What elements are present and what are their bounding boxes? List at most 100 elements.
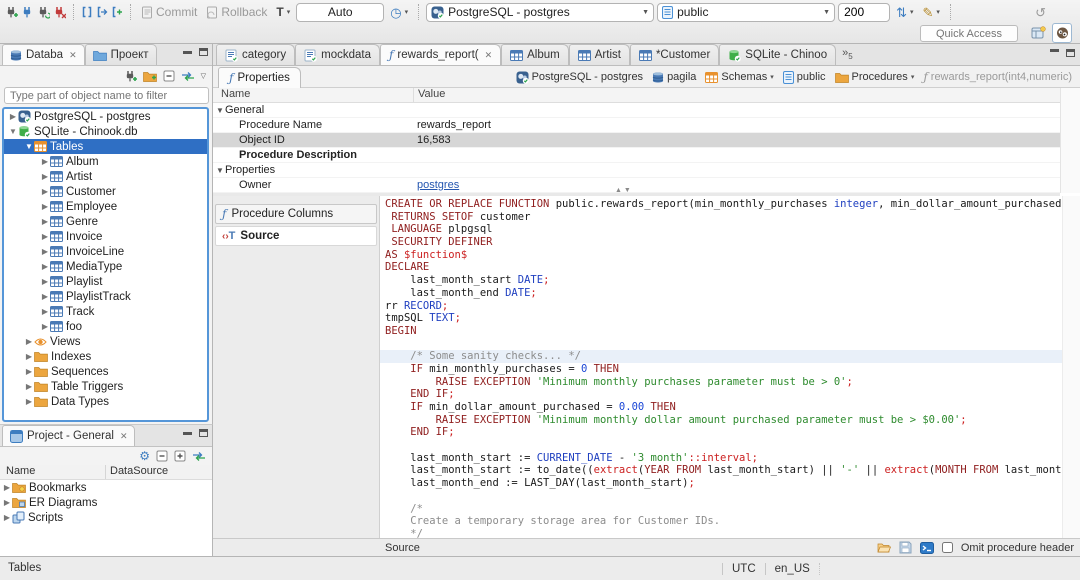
source-code-editor[interactable]: CREATE OR REPLACE FUNCTION public.reward… [380, 196, 1062, 538]
fetch-size-input[interactable] [838, 2, 891, 22]
quick-access-input[interactable] [920, 25, 1018, 42]
transaction-log-button[interactable]: ◷ ▾ [387, 5, 411, 20]
chevron-collapsed-icon[interactable]: ▶ [40, 277, 50, 286]
chevron-collapsed-icon[interactable]: ▶ [24, 367, 34, 376]
chevron-collapsed-icon[interactable]: ▶ [40, 262, 50, 271]
project-item-er-diagrams[interactable]: ▶ ER Diagrams [0, 495, 212, 510]
collapse-all-icon[interactable] [163, 70, 175, 82]
open-sql-script-icon[interactable] [111, 6, 123, 18]
editor-tab-customer[interactable]: *Customer [629, 44, 720, 65]
tree-item-employee[interactable]: ▶ Employee [4, 199, 207, 214]
tree-item-mediatype[interactable]: ▶ MediaType [4, 259, 207, 274]
locale-indicator[interactable]: en_US [764, 562, 820, 575]
console-icon[interactable] [919, 541, 934, 554]
property-value-link[interactable]: postgres [417, 179, 459, 191]
recent-sql-editor-icon[interactable] [96, 6, 108, 18]
project-item-scripts[interactable]: ▶ Scripts [0, 510, 212, 525]
collapse-all-icon[interactable] [156, 450, 168, 462]
chevron-collapsed-icon[interactable]: ▶ [2, 513, 12, 522]
chevron-collapsed-icon[interactable]: ▶ [40, 217, 50, 226]
minimize-icon[interactable] [1050, 49, 1059, 52]
tree-item-genre[interactable]: ▶ Genre [4, 214, 207, 229]
tree-item-indexes[interactable]: ▶ Indexes [4, 349, 207, 364]
tab-properties[interactable]: ƒ Properties [218, 67, 301, 88]
tree-item-views[interactable]: ▶ Views [4, 334, 207, 349]
chevron-collapsed-icon[interactable]: ▶ [40, 187, 50, 196]
chevron-collapsed-icon[interactable]: ▶ [24, 397, 34, 406]
sync-button[interactable]: ⇅ ▾ [893, 5, 916, 20]
tab-overflow-button[interactable]: »5 [842, 47, 853, 61]
chevron-expanded-icon[interactable]: ▼ [24, 142, 34, 151]
object-filter-input[interactable] [4, 87, 209, 104]
editor-tab-artist[interactable]: Artist [568, 44, 630, 65]
disconnect-icon[interactable] [53, 6, 66, 19]
tree-item-playlist[interactable]: ▶ Playlist [4, 274, 207, 289]
property-row-general[interactable]: ▼ General [213, 103, 1060, 118]
expand-all-icon[interactable] [174, 450, 186, 462]
connect-icon[interactable] [21, 6, 34, 19]
minimize-icon[interactable] [183, 431, 192, 435]
scrollbar[interactable] [1062, 196, 1080, 538]
editor-tab-rewards-report[interactable]: ƒ rewards_report(✕ [379, 44, 502, 65]
property-row-properties[interactable]: ▼ Properties [213, 163, 1060, 178]
breadcrumb-item-rewards-report-int4-numeric[interactable]: ƒ rewards_report(int4,numeric) [923, 70, 1072, 84]
omit-procedure-header-checkbox[interactable] [941, 542, 953, 553]
tree-item-tables[interactable]: ▼ Tables [4, 139, 207, 154]
tree-item-postgresql-postgres[interactable]: ▶ PostgreSQL - postgres [4, 109, 207, 124]
tab-databa[interactable]: Databa ✕ [2, 44, 85, 65]
chevron-collapsed-icon[interactable]: ▶ [40, 172, 50, 181]
close-icon[interactable]: ✕ [69, 50, 77, 61]
tree-item-artist[interactable]: ▶ Artist [4, 169, 207, 184]
breadcrumb-item-schemas[interactable]: Schemas ▾ [705, 71, 774, 83]
new-folder-icon[interactable] [142, 71, 157, 82]
undo-icon[interactable]: ↺ [1035, 6, 1046, 19]
maximize-icon[interactable] [199, 429, 208, 437]
compare-button[interactable]: ✎ ▾ [920, 5, 943, 20]
tree-item-invoiceline[interactable]: ▶ InvoiceLine [4, 244, 207, 259]
new-connection-icon[interactable] [124, 70, 137, 83]
column-datasource[interactable]: DataSource [105, 465, 168, 479]
chevron-collapsed-icon[interactable]: ▶ [40, 202, 50, 211]
chevron-collapsed-icon[interactable]: ▶ [24, 382, 34, 391]
chevron-expanded-icon[interactable]: ▼ [215, 166, 225, 175]
breadcrumb-item-postgresql-postgres[interactable]: PostgreSQL - postgres [516, 71, 643, 84]
chevron-down-icon[interactable]: ▾ [911, 73, 915, 81]
tree-item-invoice[interactable]: ▶ Invoice [4, 229, 207, 244]
gear-icon[interactable]: ⚙ [139, 449, 150, 463]
chevron-collapsed-icon[interactable]: ▶ [8, 112, 18, 121]
rollback-button[interactable]: Rollback [203, 4, 270, 20]
property-row-object-id[interactable]: Object ID 16,583 [213, 133, 1060, 148]
chevron-collapsed-icon[interactable]: ▶ [40, 157, 50, 166]
project-item-bookmarks[interactable]: ▶ Bookmarks [0, 480, 212, 495]
close-icon[interactable]: ✕ [485, 50, 493, 61]
chevron-collapsed-icon[interactable]: ▶ [40, 307, 50, 316]
scrollbar[interactable] [1060, 88, 1080, 193]
chevron-expanded-icon[interactable]: ▼ [8, 127, 18, 136]
tab-проект[interactable]: Проект [84, 44, 157, 65]
breadcrumb-item-pagila[interactable]: pagila [652, 71, 696, 84]
schema-select[interactable]: public ▼ [657, 2, 836, 22]
link-with-editor-icon[interactable] [181, 71, 195, 82]
tab-project-general[interactable]: Project - General ✕ [2, 425, 136, 446]
new-connection-icon[interactable] [5, 6, 18, 19]
open-file-icon[interactable] [877, 542, 891, 554]
breadcrumb-item-public[interactable]: public [782, 70, 826, 84]
editor-tab-sqlite-chinoo[interactable]: SQLite - Chinoo [719, 44, 837, 65]
editor-tab-category[interactable]: category [216, 44, 296, 65]
dbeaver-perspective-icon[interactable] [1052, 23, 1072, 43]
tree-item-track[interactable]: ▶ Track [4, 304, 207, 319]
side-tab-procedure-columns[interactable]: ƒ Procedure Columns [215, 204, 377, 224]
maximize-icon[interactable] [1066, 49, 1075, 57]
open-perspective-icon[interactable] [1028, 23, 1048, 43]
tree-item-album[interactable]: ▶ Album [4, 154, 207, 169]
link-with-editor-icon[interactable] [192, 451, 206, 462]
property-row-procedure-name[interactable]: Procedure Name rewards_report [213, 118, 1060, 133]
chevron-collapsed-icon[interactable]: ▶ [24, 337, 34, 346]
timezone-indicator[interactable]: UTC [722, 562, 765, 575]
chevron-collapsed-icon[interactable]: ▶ [24, 352, 34, 361]
column-value[interactable]: Value [413, 88, 445, 102]
splitter-grip-icon[interactable]: ▲▼ [615, 187, 633, 194]
chevron-down-icon[interactable]: ▾ [770, 73, 774, 81]
side-tab-source[interactable]: ‹›T Source [215, 226, 377, 246]
column-name[interactable]: Name [0, 465, 105, 479]
